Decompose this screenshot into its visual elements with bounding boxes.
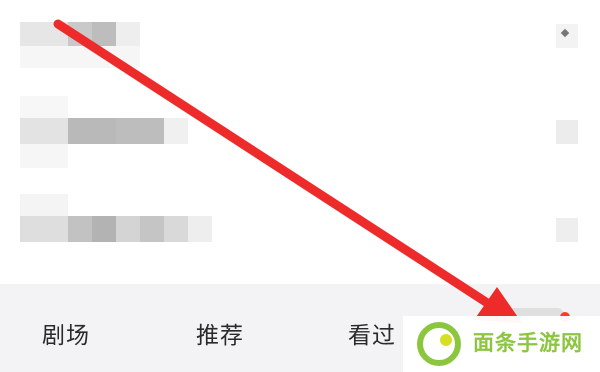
arrow-shaft xyxy=(53,19,497,311)
watermark-text: 面条手游网 xyxy=(473,331,583,355)
watermark: 面条手游网 xyxy=(403,316,600,372)
watermark-logo-icon xyxy=(417,322,461,366)
